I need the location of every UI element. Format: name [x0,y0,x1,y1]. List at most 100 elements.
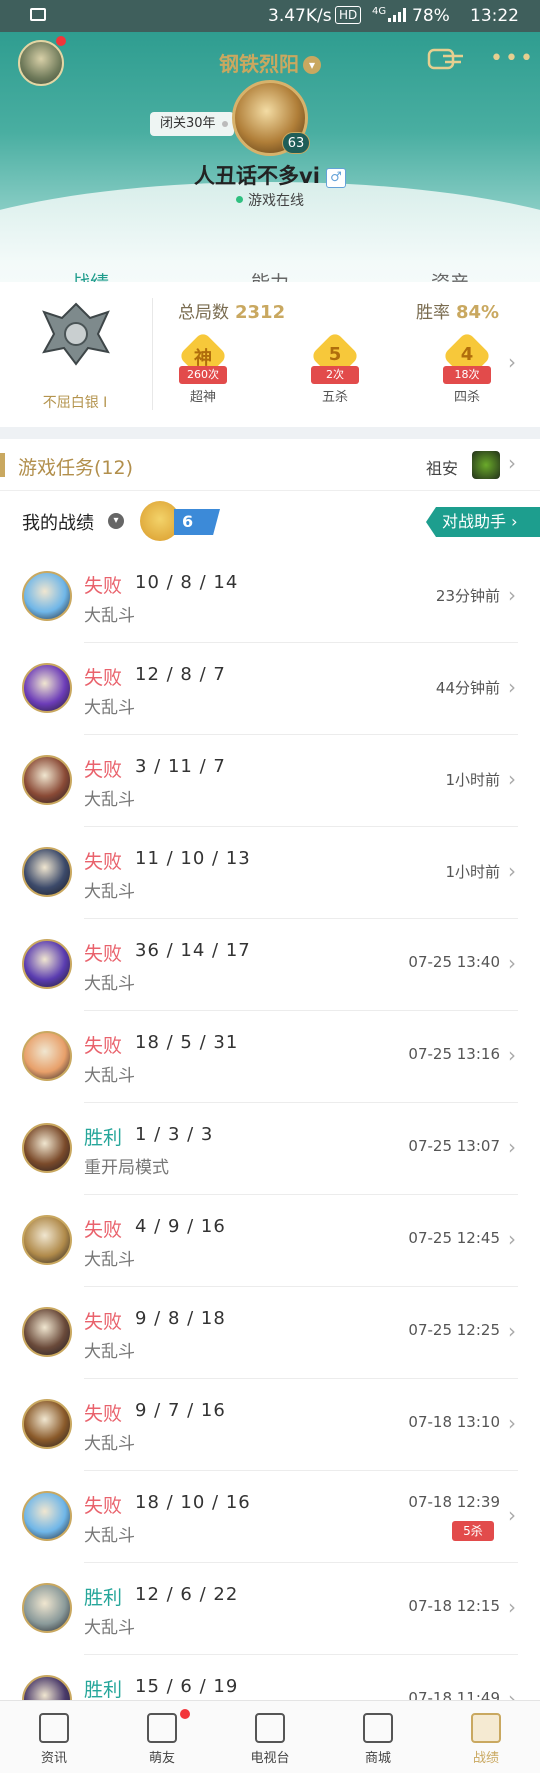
tab-record[interactable]: 战绩 [45,268,135,282]
nav-item-shop[interactable]: 商城 [324,1701,432,1774]
news-icon [39,1713,69,1743]
nav-label: 战绩 [472,1751,499,1766]
profile-header: 钢铁烈阳▾ ••• 闭关30年 63 人丑话不多vi♂ 游戏在线 战绩 能力 资… [0,32,540,282]
male-icon: ♂ [325,168,346,188]
badge-pentakill: 5 2次 五杀 [295,331,375,405]
my-record-title[interactable]: 我的战绩 [22,509,94,535]
tab-ability[interactable]: 能力 [225,268,315,282]
match-time: 44分钟前 [435,679,500,697]
match-mode: 重开局模式 [84,1158,169,1178]
win-rate-label: 胜率 [416,303,450,323]
match-kda: 12 / 6 / 22 [135,1584,239,1605]
nav-item-tv[interactable]: 电视台 [216,1701,324,1774]
match-kda: 12 / 8 / 7 [135,664,226,685]
section-accent [0,453,5,477]
nickname-row: 人丑话不多vi ♂ [0,160,540,190]
match-result: 失败 [84,1035,123,1057]
chevron-right-icon: › [508,1595,516,1619]
match-time: 07-18 12:39 [408,1493,500,1511]
hero-avatar [22,847,72,897]
badge-count: 18次 [443,366,491,384]
server-name: 钢铁烈阳 [219,52,299,76]
match-time: 07-25 12:45 [408,1229,500,1247]
match-row[interactable]: 失败 10 / 8 / 14 大乱斗 23分钟前 › [0,551,540,643]
signal-type: 4G [372,6,387,17]
match-time: 07-25 12:25 [408,1321,500,1339]
badge-legendary: 神 260次 超神 [163,331,243,405]
match-result: 失败 [84,1219,123,1241]
match-mode: 大乱斗 [84,1618,135,1638]
rank-emblem-icon [42,302,110,366]
notification-dot [56,36,66,46]
match-row[interactable]: 失败 9 / 7 / 16 大乱斗 07-18 13:10 › [0,1379,540,1471]
nav-label: 萌友 [148,1751,175,1766]
match-kda: 4 / 9 / 16 [135,1216,226,1237]
badge-symbol: 5 [328,344,342,365]
match-result: 胜利 [84,1587,123,1609]
game-tasks-row[interactable]: 游戏任务(12) 祖安 › [0,439,540,491]
chevron-right-icon: › [508,1135,516,1159]
chevron-right-icon: › [508,350,516,374]
match-mode: 大乱斗 [84,1434,135,1454]
badge-label: 超神 [189,390,216,405]
chevron-right-icon: › [508,583,516,607]
streak-badge: 6 [140,501,220,541]
match-time: 07-25 13:40 [408,953,500,971]
message-icon[interactable] [427,46,465,74]
chevron-right-icon: › [508,451,516,475]
match-time: 07-18 12:15 [408,1597,500,1615]
tab-assets[interactable]: 资产 [405,268,495,282]
hero-avatar [22,1307,72,1357]
hero-avatar [22,1399,72,1449]
match-row[interactable]: 失败 3 / 11 / 7 大乱斗 1小时前 › [0,735,540,827]
chevron-right-icon: › [508,767,516,791]
match-time: 07-25 13:07 [408,1137,500,1155]
match-mode: 大乱斗 [84,882,135,902]
status-bar: 3.47K/s HD 4G 78% 13:22 [0,0,540,32]
match-result: 失败 [84,759,123,781]
chevron-right-icon: › [508,1043,516,1067]
network-speed: 3.47K/s [268,6,332,26]
match-kda: 10 / 8 / 14 [135,572,239,593]
streak-count: 6 [174,509,220,535]
badge-label: 五杀 [321,390,348,405]
nav-item-news[interactable]: 资讯 [0,1701,108,1774]
rank-panel[interactable]: 不屈白银 I 总局数 2312 胜率 84% 神 260次 超神 5 2次 五杀 4 18次四… [0,282,540,427]
match-time: 07-18 13:10 [408,1413,500,1431]
chevron-down-icon: ▾ [303,56,321,74]
match-kda: 3 / 11 / 7 [135,756,226,777]
nav-label: 电视台 [250,1751,290,1766]
match-result: 失败 [84,667,123,689]
nickname: 人丑话不多vi [194,164,320,188]
match-kda: 11 / 10 / 13 [135,848,251,869]
clock: 13:22 [470,6,519,26]
match-row[interactable]: 失败 4 / 9 / 16 大乱斗 07-25 12:45 › [0,1195,540,1287]
match-kda: 36 / 14 / 17 [135,940,251,961]
match-row[interactable]: 失败 18 / 5 / 31 大乱斗 07-25 13:16 › [0,1011,540,1103]
badge-count: 260次 [179,366,227,384]
nav-item-friends[interactable]: 萌友 [108,1701,216,1774]
match-row[interactable]: 失败 11 / 10 / 13 大乱斗 1小时前 › [0,827,540,919]
match-mode: 大乱斗 [84,974,135,994]
notification-dot [180,1709,190,1719]
match-row[interactable]: 胜利 12 / 6 / 22 大乱斗 07-18 12:15 › [0,1563,540,1655]
battle-assistant-button[interactable]: 对战助手 › [426,507,540,537]
match-result: 失败 [84,851,123,873]
chevron-right-icon: › [508,859,516,883]
nav-item-record[interactable]: 战绩 [432,1701,540,1774]
more-icon[interactable]: ••• [490,48,535,70]
chevron-down-icon[interactable]: ▾ [108,513,124,529]
match-row[interactable]: 失败 18 / 10 / 16 大乱斗 07-18 12:39 5杀 › [0,1471,540,1563]
match-mode: 大乱斗 [84,1526,135,1546]
match-row[interactable]: 失败 36 / 14 / 17 大乱斗 07-25 13:40 › [0,919,540,1011]
badge-symbol: 4 [460,344,474,365]
tv-icon [255,1713,285,1743]
match-row[interactable]: 失败 12 / 8 / 7 大乱斗 44分钟前 › [0,643,540,735]
match-result: 失败 [84,575,123,597]
match-row[interactable]: 失败 9 / 8 / 18 大乱斗 07-25 12:25 › [0,1287,540,1379]
total-games-value: 2312 [235,302,286,323]
hero-avatar [22,1031,72,1081]
shop-icon [363,1713,393,1743]
match-row[interactable]: 胜利 1 / 3 / 3 重开局模式 07-25 13:07 › [0,1103,540,1195]
my-record-header: 我的战绩 ▾ 6 对战助手 › [0,491,540,549]
